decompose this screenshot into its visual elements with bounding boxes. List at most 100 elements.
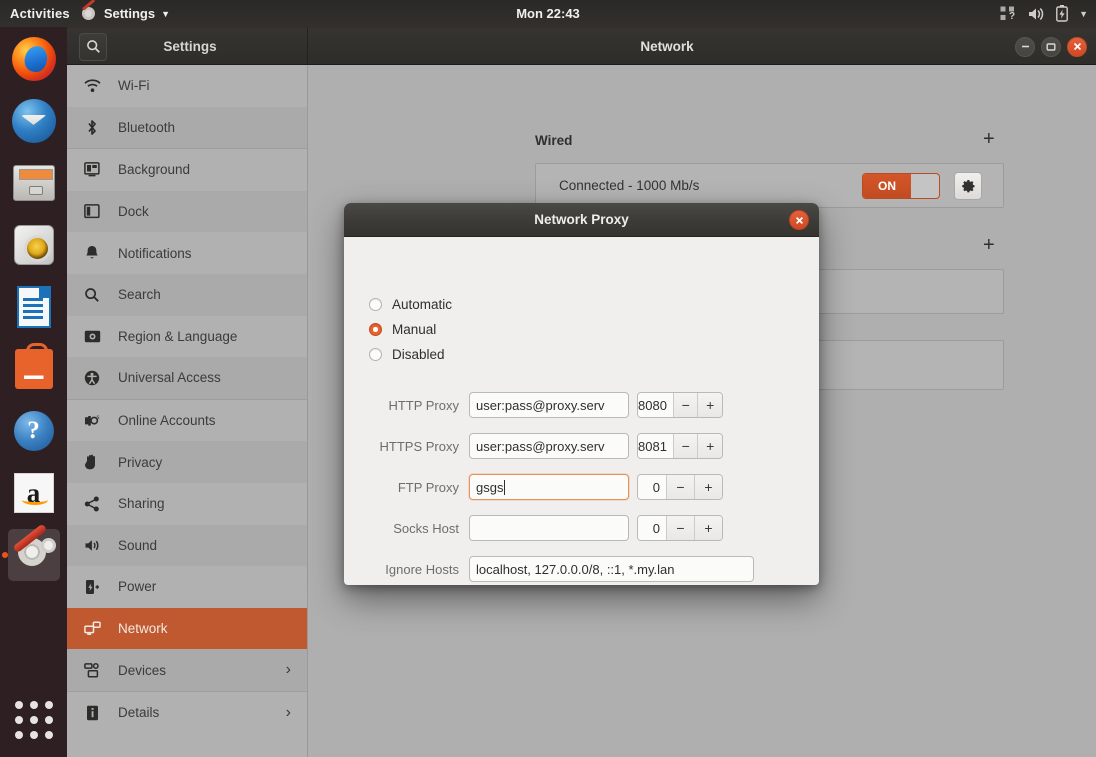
dock-item-firefox[interactable] bbox=[8, 33, 60, 85]
power-icon bbox=[83, 579, 101, 595]
ubuntu-software-icon bbox=[14, 343, 53, 389]
dock-item-files[interactable] bbox=[8, 157, 60, 209]
port-increment-button[interactable]: + bbox=[694, 475, 722, 499]
wired-settings-button[interactable] bbox=[954, 172, 982, 200]
system-status-area[interactable]: ? ▼ bbox=[999, 5, 1088, 22]
maximize-button[interactable] bbox=[1041, 36, 1061, 57]
activities-button[interactable]: Activities bbox=[0, 6, 82, 21]
sidebar-item-network[interactable]: Network bbox=[67, 607, 307, 650]
socks-host-port-spinner[interactable]: 0 − + bbox=[637, 515, 723, 541]
port-increment-button[interactable]: + bbox=[694, 516, 722, 540]
port-decrement-button[interactable]: − bbox=[672, 393, 698, 417]
dialog-close-button[interactable] bbox=[789, 210, 809, 230]
sidebar-item-background[interactable]: Background bbox=[67, 149, 307, 191]
dock-item-ubuntu-software[interactable] bbox=[8, 343, 60, 395]
ftp-proxy-value: gsgs bbox=[476, 479, 504, 495]
sidebar-item-label: Network bbox=[118, 621, 168, 637]
proxy-mode-disabled[interactable]: Disabled bbox=[369, 342, 819, 367]
https-proxy-port-spinner[interactable]: 8081 − + bbox=[637, 433, 723, 459]
http-proxy-port-value[interactable]: 8080 bbox=[638, 393, 673, 417]
sidebar-item-label: Notifications bbox=[118, 245, 192, 261]
socks-host-input[interactable] bbox=[469, 515, 629, 541]
sidebar-item-label: Region & Language bbox=[118, 328, 238, 344]
ftp-proxy-port-spinner[interactable]: 0 − + bbox=[637, 474, 723, 500]
ignore-hosts-value: localhost, 127.0.0.0/8, ::1, *.my.lan bbox=[476, 561, 675, 577]
https-proxy-port-value[interactable]: 8081 bbox=[638, 434, 673, 458]
add-wired-connection-button[interactable]: + bbox=[983, 129, 995, 149]
dock-item-rhythmbox[interactable] bbox=[8, 219, 60, 271]
show-applications-button[interactable] bbox=[14, 701, 53, 739]
https-proxy-value: user:pass@proxy.serv bbox=[476, 438, 605, 454]
sidebar-item-notifications[interactable]: Notifications bbox=[67, 232, 307, 274]
sidebar-item-label: Privacy bbox=[118, 454, 163, 470]
wired-section-heading: Wired bbox=[535, 133, 573, 148]
sidebar-item-search[interactable]: Search bbox=[67, 274, 307, 316]
files-icon bbox=[12, 165, 55, 201]
battery-icon[interactable] bbox=[1056, 5, 1068, 22]
maximize-icon bbox=[1046, 42, 1056, 51]
dialog-title-bar: Network Proxy bbox=[344, 203, 819, 237]
sidebar-item-dock[interactable]: Dock bbox=[67, 191, 307, 233]
sidebar-item-online-accounts[interactable]: s Online Accounts bbox=[67, 400, 307, 442]
dialog-title: Network Proxy bbox=[534, 212, 629, 227]
http-proxy-input[interactable]: user:pass@proxy.serv bbox=[469, 392, 629, 418]
sidebar-item-region-language[interactable]: Region & Language bbox=[67, 316, 307, 358]
ignore-hosts-input[interactable]: localhost, 127.0.0.0/8, ::1, *.my.lan bbox=[469, 556, 754, 582]
sidebar-item-label: Devices bbox=[118, 662, 167, 678]
sidebar-item-power[interactable]: Power bbox=[67, 566, 307, 608]
proxy-mode-manual[interactable]: Manual bbox=[369, 317, 819, 342]
ignore-hosts-row: Ignore Hosts localhost, 127.0.0.0/8, ::1… bbox=[354, 556, 754, 582]
port-increment-button[interactable]: + bbox=[697, 434, 722, 458]
svg-text:s: s bbox=[96, 415, 99, 421]
add-connection-button-2[interactable]: + bbox=[983, 235, 995, 255]
online-accounts-icon: s bbox=[83, 414, 101, 428]
proxy-mode-automatic[interactable]: Automatic bbox=[369, 292, 819, 317]
app-menu-button[interactable]: Settings ▼ bbox=[81, 0, 170, 22]
text-cursor bbox=[504, 479, 506, 495]
wired-connection-row[interactable]: Connected - 1000 Mb/s ON bbox=[535, 163, 1004, 208]
sidebar-item-sound[interactable]: Sound bbox=[67, 525, 307, 567]
wired-toggle[interactable]: ON bbox=[862, 173, 940, 199]
port-increment-button[interactable]: + bbox=[697, 393, 722, 417]
ftp-proxy-port-value[interactable]: 0 bbox=[638, 475, 666, 499]
wifi-icon bbox=[83, 79, 101, 93]
keyboard-layout-icon[interactable]: ? bbox=[999, 5, 1016, 22]
sidebar-item-details[interactable]: Details › bbox=[67, 692, 307, 734]
radio-disabled[interactable] bbox=[369, 348, 382, 361]
devices-icon bbox=[83, 662, 101, 678]
close-button[interactable] bbox=[1067, 36, 1087, 57]
dock-item-thunderbird[interactable] bbox=[8, 95, 60, 147]
radio-automatic[interactable] bbox=[369, 298, 382, 311]
dock-item-help[interactable]: ? bbox=[8, 405, 60, 457]
sidebar-item-devices[interactable]: Devices › bbox=[67, 649, 307, 691]
port-decrement-button[interactable]: − bbox=[666, 516, 694, 540]
minimize-button[interactable] bbox=[1015, 36, 1035, 57]
toggle-on-label: ON bbox=[863, 174, 911, 198]
dock-item-settings[interactable] bbox=[7, 523, 60, 581]
dock-item-amazon[interactable]: a bbox=[8, 467, 60, 519]
socks-host-label: Socks Host bbox=[393, 520, 459, 536]
sidebar-item-privacy[interactable]: Privacy bbox=[67, 441, 307, 483]
close-icon bbox=[795, 216, 803, 224]
sidebar-item-sharing[interactable]: Sharing bbox=[67, 483, 307, 525]
sidebar-item-universal-access[interactable]: Universal Access bbox=[67, 357, 307, 399]
sidebar-item-bluetooth[interactable]: Bluetooth bbox=[67, 107, 307, 149]
sidebar-item-label: Bluetooth bbox=[118, 119, 176, 135]
http-proxy-port-spinner[interactable]: 8080 − + bbox=[637, 392, 723, 418]
ftp-proxy-input[interactable]: gsgs bbox=[469, 474, 629, 500]
dock-item-libreoffice-writer[interactable] bbox=[8, 281, 60, 333]
port-decrement-button[interactable]: − bbox=[666, 475, 694, 499]
system-menu-arrow-icon[interactable]: ▼ bbox=[1079, 9, 1088, 19]
settings-sidebar[interactable]: Wi-Fi Bluetooth Background Dock Notifica… bbox=[67, 65, 308, 757]
socks-host-port-value[interactable]: 0 bbox=[638, 516, 666, 540]
sidebar-item-wifi[interactable]: Wi-Fi bbox=[67, 65, 307, 107]
volume-icon[interactable] bbox=[1027, 6, 1045, 22]
background-icon bbox=[83, 162, 101, 177]
help-icon: ? bbox=[13, 411, 54, 451]
port-decrement-button[interactable]: − bbox=[672, 434, 698, 458]
radio-manual[interactable] bbox=[369, 323, 382, 336]
universal-access-icon bbox=[83, 370, 101, 386]
https-proxy-input[interactable]: user:pass@proxy.serv bbox=[469, 433, 629, 459]
settings-tools-icon bbox=[81, 0, 98, 22]
search-button[interactable] bbox=[79, 32, 107, 61]
